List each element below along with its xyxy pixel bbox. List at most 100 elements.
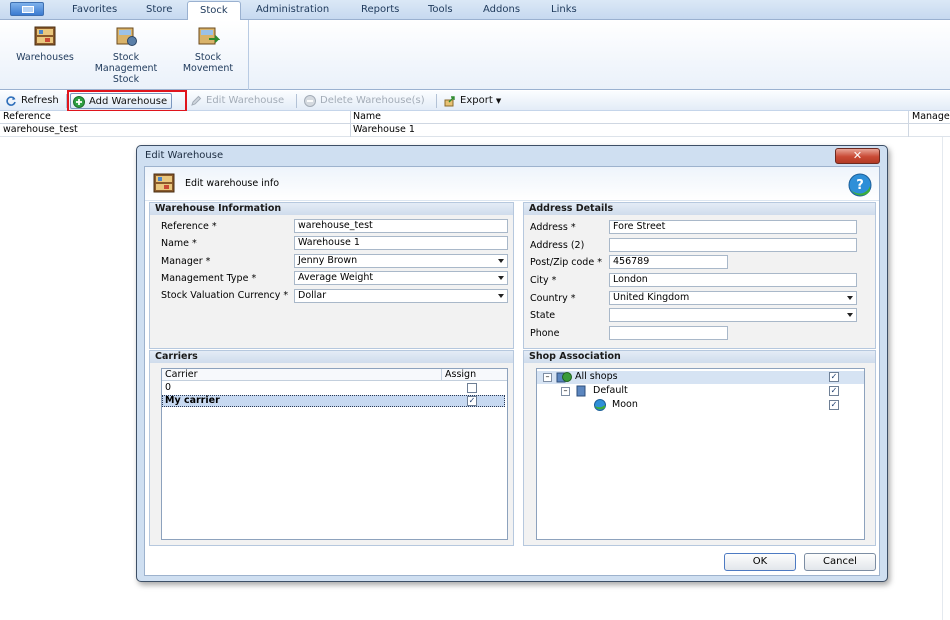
carrier-name: 0 bbox=[165, 382, 172, 393]
edit-warehouse-dialog: Edit Warehouse ✕ Edit warehouse info ? W… bbox=[136, 145, 888, 582]
tab-stock[interactable]: Stock bbox=[187, 1, 241, 20]
ok-button[interactable]: OK bbox=[724, 553, 796, 571]
ribbon-panel: Warehouses Stock Management Stock Stock … bbox=[0, 20, 950, 90]
dialog-title: Edit Warehouse bbox=[145, 150, 224, 161]
column-header-name[interactable]: Name bbox=[353, 111, 381, 123]
collapse-toggle-icon[interactable]: – bbox=[543, 373, 552, 382]
shop-checkbox[interactable] bbox=[829, 386, 839, 396]
name-field[interactable]: Warehouse 1 bbox=[294, 236, 508, 250]
close-icon: ✕ bbox=[852, 149, 863, 162]
carrier-row-selected[interactable]: My carrier bbox=[162, 395, 505, 407]
stock-management-button[interactable]: Stock Management Stock bbox=[90, 24, 162, 85]
edit-warehouse-label: Edit Warehouse bbox=[206, 95, 285, 106]
country-select[interactable]: United Kingdom bbox=[609, 291, 857, 305]
export-dropdown-button[interactable]: Export ▼ bbox=[442, 93, 501, 109]
state-label: State bbox=[530, 310, 556, 321]
column-divider bbox=[441, 369, 442, 381]
city-field[interactable]: London bbox=[609, 273, 857, 287]
shop-checkbox[interactable] bbox=[829, 400, 839, 410]
currency-label: Stock Valuation Currency * bbox=[161, 290, 289, 301]
reference-field[interactable]: warehouse_test bbox=[294, 219, 508, 233]
tree-item-default[interactable]: – Default bbox=[537, 385, 864, 398]
tree-item-label: Moon bbox=[612, 399, 638, 410]
table-row[interactable]: warehouse_test Warehouse 1 bbox=[0, 124, 950, 137]
carrier-name: My carrier bbox=[165, 395, 220, 406]
collapse-toggle-icon[interactable]: – bbox=[561, 387, 570, 396]
delete-warehouse-button[interactable]: Delete Warehouse(s) bbox=[302, 93, 425, 109]
tab-administration[interactable]: Administration bbox=[244, 1, 341, 20]
tab-tools[interactable]: Tools bbox=[416, 1, 465, 20]
assign-checkbox[interactable] bbox=[467, 383, 477, 393]
carrier-row[interactable]: 0 bbox=[162, 382, 507, 394]
panel-heading: Shop Association bbox=[524, 351, 875, 363]
stock-movement-button[interactable]: Stock Movement bbox=[175, 24, 241, 74]
toolbar-separator bbox=[296, 94, 297, 108]
chevron-down-icon bbox=[498, 259, 504, 263]
edit-warehouse-button[interactable]: Edit Warehouse bbox=[188, 93, 284, 109]
reference-label: Reference * bbox=[161, 221, 217, 232]
application-menu-button[interactable] bbox=[10, 2, 44, 16]
state-select[interactable] bbox=[609, 308, 857, 322]
manager-label: Manager * bbox=[161, 256, 211, 267]
help-icon[interactable]: ? bbox=[848, 173, 872, 197]
stock-movement-label-2: Movement bbox=[182, 63, 234, 74]
cell-reference: warehouse_test bbox=[3, 124, 78, 135]
postcode-field[interactable]: 456789 bbox=[609, 255, 728, 269]
column-header-carrier[interactable]: Carrier bbox=[165, 369, 198, 381]
assign-checkbox[interactable] bbox=[467, 396, 477, 406]
grid-column-divider bbox=[908, 111, 909, 137]
currency-select[interactable]: Dollar bbox=[294, 289, 508, 303]
grid-column-divider bbox=[350, 111, 351, 137]
country-label: Country * bbox=[530, 293, 576, 304]
address2-field[interactable] bbox=[609, 238, 857, 252]
tab-reports[interactable]: Reports bbox=[349, 1, 411, 20]
export-icon bbox=[444, 96, 455, 107]
cell-name: Warehouse 1 bbox=[353, 124, 415, 135]
phone-field[interactable] bbox=[609, 326, 728, 340]
address-label: Address * bbox=[530, 222, 576, 233]
chevron-down-icon: ▼ bbox=[495, 97, 502, 105]
tree-item-moon[interactable]: Moon bbox=[537, 399, 864, 412]
column-header-reference[interactable]: Reference bbox=[3, 111, 51, 123]
add-warehouse-highlight bbox=[67, 90, 187, 112]
tab-addons[interactable]: Addons bbox=[471, 1, 532, 20]
city-label: City * bbox=[530, 275, 557, 286]
delete-icon bbox=[304, 95, 316, 107]
warehouses-label: Warehouses bbox=[16, 52, 74, 63]
tab-links[interactable]: Links bbox=[539, 1, 589, 20]
warehouse-icon bbox=[34, 26, 56, 46]
tree-item-all-shops[interactable]: – All shops bbox=[537, 371, 864, 384]
name-label: Name * bbox=[161, 238, 197, 249]
shop-checkbox[interactable] bbox=[829, 372, 839, 382]
tree-item-label: All shops bbox=[575, 371, 618, 382]
stock-movement-label-1: Stock bbox=[194, 52, 222, 63]
manager-value: Jenny Brown bbox=[298, 255, 358, 266]
cancel-button[interactable]: Cancel bbox=[804, 553, 876, 571]
grid-vertical-scrollbar[interactable] bbox=[942, 137, 950, 620]
edit-pencil-icon bbox=[191, 95, 202, 106]
tab-favorites[interactable]: Favorites bbox=[60, 1, 129, 20]
panel-heading: Address Details bbox=[524, 203, 875, 215]
management-type-select[interactable]: Average Weight bbox=[294, 271, 508, 285]
column-header-assign[interactable]: Assign bbox=[445, 369, 476, 381]
tab-store[interactable]: Store bbox=[134, 1, 184, 20]
stock-management-label-2: Management bbox=[94, 63, 158, 74]
globe-icon bbox=[594, 399, 606, 411]
carriers-list[interactable]: Carrier Assign 0 My carrier bbox=[161, 368, 508, 540]
column-header-manager[interactable]: Manage bbox=[912, 111, 950, 123]
warehouses-button[interactable]: Warehouses bbox=[10, 24, 80, 63]
refresh-label: Refresh bbox=[21, 95, 59, 106]
stock-movement-icon bbox=[198, 27, 220, 45]
manager-select[interactable]: Jenny Brown bbox=[294, 254, 508, 268]
svg-text:?: ? bbox=[856, 178, 864, 193]
close-button[interactable]: ✕ bbox=[835, 148, 880, 164]
shop-group-icon bbox=[576, 385, 586, 397]
address-field[interactable]: Fore Street bbox=[609, 220, 857, 234]
warehouse-information-panel: Warehouse Information Reference * wareho… bbox=[149, 202, 514, 349]
postcode-label: Post/Zip code * bbox=[530, 257, 602, 268]
management-type-label: Management Type * bbox=[161, 273, 257, 284]
grid-header: Reference Name Manage bbox=[0, 111, 950, 124]
carriers-panel: Carriers Carrier Assign 0 My carrier bbox=[149, 350, 514, 546]
shop-tree[interactable]: – All shops – Default bbox=[536, 368, 865, 540]
refresh-button[interactable]: Refresh bbox=[3, 93, 59, 109]
